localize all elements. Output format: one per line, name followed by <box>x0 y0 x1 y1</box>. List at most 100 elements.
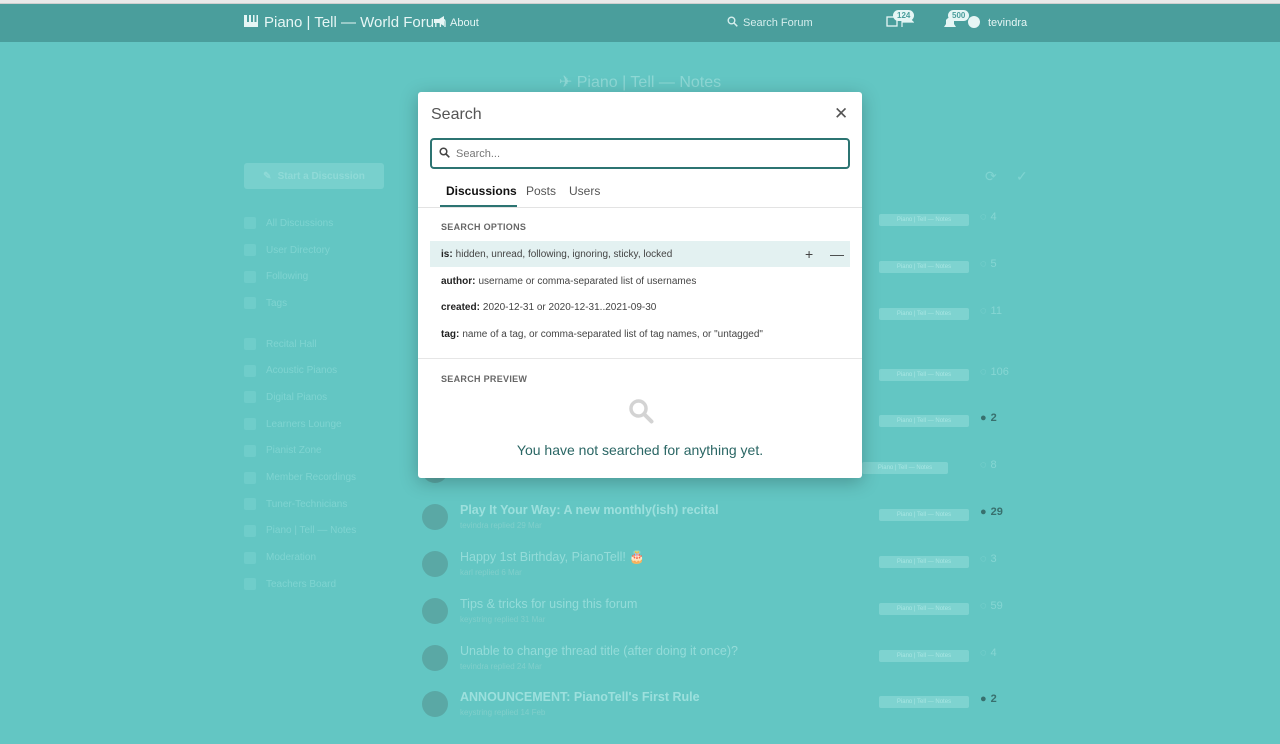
tag-badge[interactable]: Piano | Tell — Notes <box>879 308 969 320</box>
avatar[interactable] <box>422 598 448 624</box>
plus-icon[interactable]: + <box>805 246 813 262</box>
sidebar-item-label: Moderation <box>266 552 317 564</box>
piano-icon <box>244 14 258 31</box>
avatar[interactable] <box>422 551 448 577</box>
search-option-author[interactable]: author: username or comma-separated list… <box>430 268 850 294</box>
check-icon[interactable]: ✓ <box>1016 168 1028 185</box>
reply-count: ◌ 4 <box>980 647 997 659</box>
reply-count-value: 11 <box>990 305 1002 317</box>
sidebar-item-label: Learners Lounge <box>266 418 342 430</box>
tag-badge[interactable]: Piano | Tell — Notes <box>879 696 969 708</box>
tag-badge[interactable]: Piano | Tell — Notes <box>879 509 969 521</box>
discussion-meta: tevindra replied 29 Mar <box>460 521 542 530</box>
sidebar-item-learners-lounge[interactable]: Learners Lounge <box>244 411 404 438</box>
megaphone-icon <box>433 16 445 29</box>
tag-badge[interactable]: Piano | Tell — Notes <box>879 603 969 615</box>
sidebar-item-following[interactable]: Following <box>244 263 404 290</box>
sidebar-item-member-recordings[interactable]: Member Recordings <box>244 464 404 491</box>
comment-icon: ◌ <box>980 600 987 612</box>
reply-count-value: 4 <box>990 211 997 223</box>
comment-icon: ◌ <box>980 553 987 565</box>
comment-icon: ◌ <box>980 366 987 378</box>
comment-icon: ● <box>980 412 987 424</box>
minus-icon[interactable]: — <box>830 246 844 262</box>
discussion-row[interactable]: ANNOUNCEMENT: PianoTell's First Rule key… <box>420 686 1020 732</box>
reply-count-value: 29 <box>990 506 1003 518</box>
tab-posts[interactable]: Posts <box>526 184 556 198</box>
tag-badge[interactable]: Piano | Tell — Notes <box>879 556 969 568</box>
sidebar-item-recital-hall[interactable]: Recital Hall <box>244 331 404 358</box>
discussion-row[interactable]: Tips & tricks for using this forum keyst… <box>420 593 1020 639</box>
discussion-title[interactable]: Unable to change thread title (after doi… <box>460 644 738 658</box>
sidebar-item-tags[interactable]: Tags <box>244 290 404 317</box>
discussion-row[interactable]: Play It Your Way: A new monthly(ish) rec… <box>420 499 1020 545</box>
reply-count-value: 8 <box>990 459 997 471</box>
tag-badge[interactable]: Piano | Tell — Notes <box>879 650 969 662</box>
discussion-row[interactable]: Unable to change thread title (after doi… <box>420 640 1020 686</box>
sidebar-item-label: Pianist Zone <box>266 445 322 457</box>
book-icon <box>244 551 256 564</box>
tab-discussions[interactable]: Discussions <box>446 184 517 198</box>
sidebar-item-label: Member Recordings <box>266 472 357 484</box>
discussion-title[interactable]: Tips & tricks for using this forum <box>460 597 637 611</box>
header-search[interactable]: Search Forum <box>727 16 813 30</box>
close-icon[interactable]: ✕ <box>834 104 848 124</box>
discussion-meta: tevindra replied 24 Mar <box>460 662 542 671</box>
notifications-badge: 124 <box>893 10 915 21</box>
tag-badge[interactable]: Piano | Tell — Notes <box>879 369 969 381</box>
sidebar-item-teachers-board[interactable]: Teachers Board <box>244 571 404 598</box>
comment-icon: ◌ <box>980 647 987 659</box>
sidebar-item-user-directory[interactable]: User Directory <box>244 237 404 264</box>
sidebar-item-label: Tags <box>266 297 288 309</box>
tag-badge[interactable]: Piano | Tell — Notes <box>879 214 969 226</box>
tag-badge[interactable]: Piano | Tell — Notes <box>879 261 969 273</box>
sidebar-item-notes[interactable]: Piano | Tell — Notes <box>244 518 404 545</box>
sidebar-nav: All Discussions User Directory Following… <box>244 210 404 598</box>
site-brand[interactable]: Piano | Tell — World Forum <box>244 14 447 31</box>
avatar[interactable] <box>422 691 448 717</box>
sidebar-item-acoustic-pianos[interactable]: Acoustic Pianos <box>244 357 404 384</box>
avatar[interactable] <box>422 645 448 671</box>
search-option-tag[interactable]: tag: name of a tag, or comma-separated l… <box>430 321 850 347</box>
tags-icon <box>244 297 256 310</box>
sidebar-item-digital-pianos[interactable]: Digital Pianos <box>244 384 404 411</box>
search-icon <box>439 145 450 163</box>
avatar[interactable] <box>422 504 448 530</box>
discussion-title[interactable]: ANNOUNCEMENT: PianoTell's First Rule <box>460 690 700 704</box>
search-input[interactable] <box>456 147 836 160</box>
sidebar-item-label: Piano | Tell — Notes <box>266 525 357 537</box>
start-discussion-button[interactable]: ✎ Start a Discussion <box>244 163 384 189</box>
sidebar-item-tuner-technicians[interactable]: Tuner-Technicians <box>244 491 404 518</box>
paper-plane-icon <box>244 524 256 537</box>
monitor-icon <box>244 471 256 484</box>
search-field[interactable] <box>430 138 850 169</box>
empty-state-text: You have not searched for anything yet. <box>516 442 764 458</box>
reply-count: ◌ 3 <box>980 553 997 565</box>
sidebar-item-label: Acoustic Pianos <box>266 365 338 377</box>
option-description: 2020-12-31 or 2020-12-31..2021-09-30 <box>482 301 657 313</box>
about-link[interactable]: About <box>433 16 479 29</box>
search-modal: Search ✕ Discussions Posts Users SEARCH … <box>418 92 862 478</box>
sidebar-item-moderation[interactable]: Moderation <box>244 544 404 571</box>
tag-badge[interactable]: Piano | Tell — Notes <box>879 415 969 427</box>
comment-icon: ◌ <box>980 258 987 270</box>
sidebar-item-label: Digital Pianos <box>266 391 328 403</box>
discussion-row[interactable]: Happy 1st Birthday, PianoTell! 🎂 karl re… <box>420 546 1020 592</box>
sidebar-item-all-discussions[interactable]: All Discussions <box>244 210 404 237</box>
username-menu[interactable]: tevindra <box>988 17 1027 29</box>
discussion-title[interactable]: Play It Your Way: A new monthly(ish) rec… <box>460 503 719 517</box>
sidebar-item-pianist-zone[interactable]: Pianist Zone <box>244 438 404 465</box>
user-badge: 500 <box>948 10 970 21</box>
tab-users[interactable]: Users <box>569 184 600 198</box>
search-preview-heading: SEARCH PREVIEW <box>441 374 528 384</box>
refresh-icon[interactable]: ⟳ <box>985 168 997 185</box>
search-option-is[interactable]: is: hidden, unread, following, ignoring,… <box>430 241 850 267</box>
headphones-icon <box>244 444 256 457</box>
reply-count-value: 3 <box>990 553 997 565</box>
sidebar-item-label: User Directory <box>266 244 330 256</box>
discussion-title[interactable]: Happy 1st Birthday, PianoTell! 🎂 <box>460 550 645 565</box>
reply-count: ◌ 4 <box>980 211 997 223</box>
tag-badge[interactable]: Piano | Tell — Notes <box>862 462 948 474</box>
search-option-created[interactable]: created: 2020-12-31 or 2020-12-31..2021-… <box>430 294 850 320</box>
